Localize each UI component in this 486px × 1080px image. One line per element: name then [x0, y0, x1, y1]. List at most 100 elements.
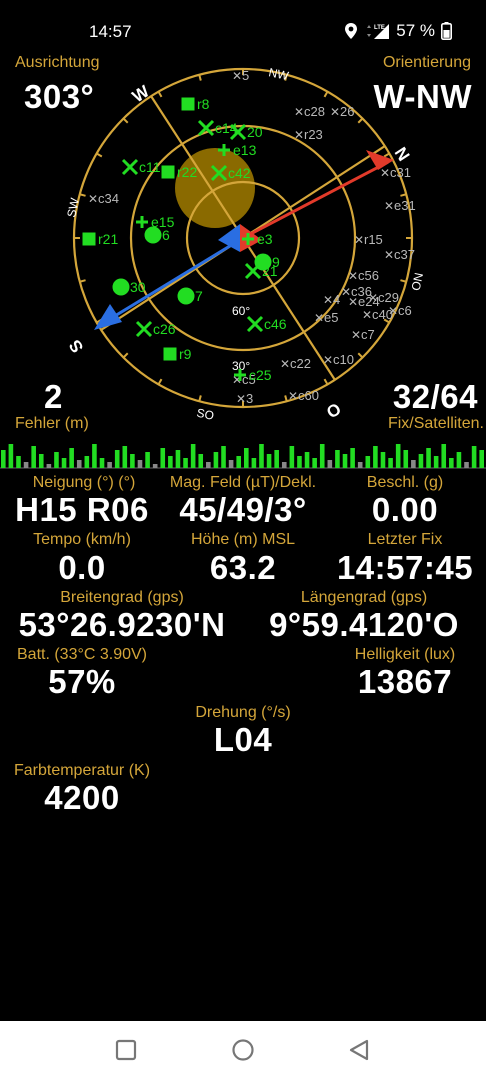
farbtemp-label: Farbtemperatur (K): [13, 762, 151, 779]
satellite-label: ✕: [380, 166, 390, 180]
satellite-label: 20: [247, 124, 263, 140]
satellite-label: r15: [364, 232, 383, 247]
signal-bar: [464, 462, 469, 468]
signal-bar: [449, 458, 454, 468]
satellite-label: 5: [242, 68, 249, 83]
signal-bar: [198, 454, 204, 468]
satellite-square-icon: [161, 165, 175, 179]
letzter-fix-value: 14:57:45: [336, 549, 474, 586]
signal-bar: [160, 448, 166, 468]
satellite-label: c31: [390, 165, 411, 180]
battery-icon: [441, 22, 452, 40]
satellite-circle-icon: [254, 253, 272, 271]
signal-bar: [168, 456, 173, 468]
cardinal-no: NO: [408, 271, 425, 292]
signal-bar: [259, 444, 264, 468]
signal-bar: [16, 456, 21, 468]
farbtemp-value: 4200: [44, 779, 120, 816]
satellite-unused: ✕ e5: [314, 310, 338, 325]
signal-bar: [373, 446, 378, 468]
satellite-unused: ✕ c31: [380, 165, 411, 180]
satellite-unused: ✕ c22: [280, 356, 311, 371]
batt-value: 57%: [48, 663, 116, 700]
signal-bar: [304, 452, 310, 468]
satellite-label: ✕: [384, 248, 394, 262]
satellite-label: ✕: [314, 311, 324, 325]
magfeld-label: Mag. Feld (µT)/Dekl.: [169, 474, 317, 491]
satellite-circle-icon: [112, 278, 130, 296]
signal-bar: [107, 462, 112, 468]
satellite-used: 7: [177, 287, 203, 305]
satellite-label: e5: [324, 310, 338, 325]
drehung-label: Drehung (°/s): [195, 704, 291, 721]
satellite-unused: ✕ c29: [368, 290, 399, 305]
satellite-label: c6: [398, 303, 412, 318]
satellite-unused: ✕ c7: [351, 327, 375, 342]
signal-bar: [297, 456, 302, 468]
satellite-label: ✕: [388, 304, 398, 318]
satellite-label: c60: [298, 388, 319, 403]
cardinal-o: O: [323, 399, 344, 422]
signal-bar: [441, 444, 447, 468]
fix-label: Fix/Satelliten.: [387, 415, 484, 432]
signal-bar: [312, 458, 317, 468]
status-icons: LTE 57 %: [344, 21, 452, 41]
signal-bar: [54, 452, 59, 468]
breitengrad-value: 53°26.9230'N: [18, 606, 226, 643]
tempo-value: 0.0: [58, 549, 106, 586]
signal-bar: [213, 452, 219, 468]
signal-bar: [23, 462, 29, 468]
sun-disk: [175, 148, 255, 228]
satellite-label: e13: [233, 142, 257, 158]
satellite-label: ✕: [348, 295, 358, 309]
signal-bar: [251, 458, 257, 468]
signal-bar: [137, 460, 143, 468]
satellite-used: 30: [112, 278, 146, 296]
home-circle-icon[interactable]: [231, 1038, 255, 1062]
back-triangle-icon[interactable]: [348, 1039, 370, 1061]
signal-bar: [8, 444, 14, 468]
signal-bar: [92, 444, 97, 468]
satellite-unused: ✕ r15: [354, 232, 383, 247]
satellite-square-icon: [82, 232, 96, 246]
signal-bar: [122, 446, 128, 468]
hoehe-label: Höhe (m) MSL: [190, 531, 296, 548]
laengengrad-label: Längengrad (gps): [300, 589, 428, 606]
signal-strength-bars: [0, 444, 486, 469]
cardinal-w: W: [129, 81, 154, 106]
satellite-label: c34: [98, 191, 119, 206]
satellite-used: 6: [144, 226, 170, 244]
satellite-label: ✕: [280, 357, 290, 371]
signal-bar: [61, 458, 67, 468]
signal-bar: [327, 460, 333, 468]
satellite-unused: ✕ 5: [232, 68, 249, 83]
satellite-used: r9: [163, 346, 192, 362]
satellite-used: r21: [82, 231, 118, 247]
signal-bar: [183, 458, 188, 468]
satellite-unused: ✕ 26: [330, 104, 354, 119]
satellite-unused: ✕ c56: [348, 268, 379, 283]
recents-square-icon[interactable]: [115, 1039, 137, 1061]
satellite-unused: ✕ c28: [294, 104, 325, 119]
signal-bar: [403, 450, 409, 468]
letzter-fix-label: Letzter Fix: [367, 531, 443, 548]
satellite-label: ✕: [294, 128, 304, 142]
signal-bar: [244, 448, 249, 468]
signal-bar: [335, 450, 340, 468]
satellite-label: ✕: [351, 328, 361, 342]
signal-bar: [130, 454, 135, 468]
satellite-used: c46: [246, 315, 287, 333]
satellite-used: r8: [181, 96, 210, 112]
satellite-label: 26: [340, 104, 354, 119]
signal-bar: [418, 454, 424, 468]
satellite-circle-icon: [177, 287, 195, 305]
signal-bar: [357, 462, 363, 468]
fix-value: 32/64: [392, 378, 478, 415]
satellite-label: ✕: [362, 308, 372, 322]
signal-bar: [99, 458, 105, 468]
satellite-unused: ✕ 3: [236, 391, 253, 406]
satellite-label: ✕: [348, 269, 358, 283]
beschl-value: 0.00: [371, 491, 439, 528]
satellite-used: e13: [218, 142, 257, 158]
satellite-label: r22: [177, 164, 197, 180]
